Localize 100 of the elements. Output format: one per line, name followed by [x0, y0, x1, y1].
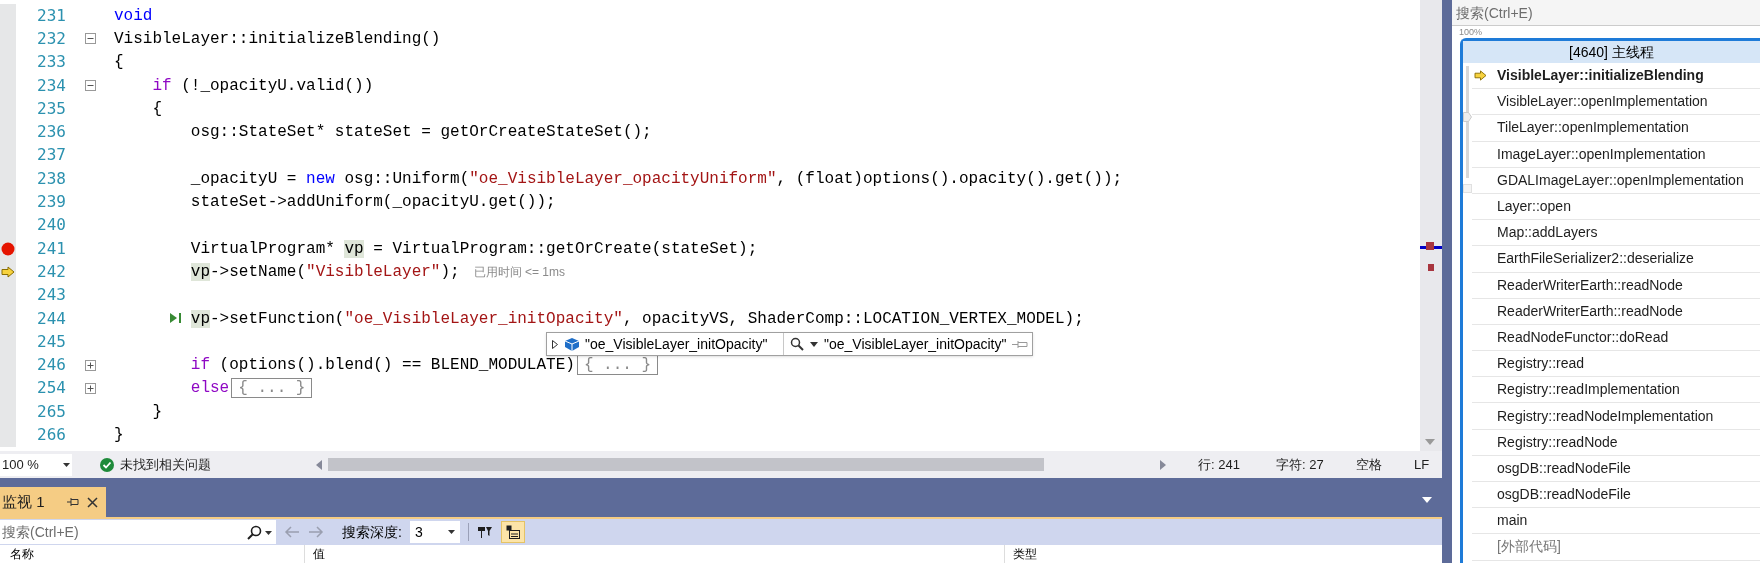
- line-number: 231: [36, 7, 66, 24]
- search-depth-dropdown[interactable]: 3: [409, 521, 460, 543]
- code-line: stateSet->addUniform(_opacityU.get());: [190, 192, 556, 213]
- line-number: 265: [36, 403, 66, 420]
- caret-icon: [63, 462, 70, 467]
- code-line: VisibleLayer::initializeBlending(): [114, 28, 441, 50]
- stack-frame[interactable]: osgDB::readNodeFile: [1472, 482, 1760, 509]
- slider-thumb[interactable]: [1463, 111, 1472, 122]
- arrow-icon: [1474, 70, 1487, 82]
- thread-header: [4640] 主线程: [1463, 41, 1760, 63]
- character-indicator[interactable]: 字符: 27: [1276, 454, 1348, 475]
- collapse-icon[interactable]: [84, 33, 96, 45]
- breakpoint-icon[interactable]: [1, 241, 15, 256]
- expand-icon[interactable]: [551, 339, 559, 349]
- line-number: 232: [36, 30, 66, 47]
- stack-frame[interactable]: osgDB::readNodeFile: [1472, 455, 1760, 482]
- scroll-down-icon[interactable]: [1425, 439, 1435, 445]
- close-icon[interactable]: [86, 496, 98, 508]
- position-marker: [1420, 242, 1442, 250]
- stack-frame[interactable]: Map::addLayers: [1472, 220, 1760, 247]
- table-icon: [505, 525, 520, 539]
- expand-icon[interactable]: [84, 359, 96, 371]
- code-line: {: [114, 52, 124, 74]
- stack-frame[interactable]: ReaderWriterEarth::readNode: [1472, 298, 1760, 325]
- stack-frame[interactable]: Registry::readNode: [1472, 429, 1760, 456]
- code-line: osg::StateSet* stateSet = getOrCreateStateSet();: [190, 122, 652, 144]
- caret-icon[interactable]: [265, 530, 272, 535]
- fit-to-screen-icon[interactable]: [1463, 184, 1472, 193]
- forward-arrow-icon[interactable]: [308, 526, 324, 538]
- collapse-icon[interactable]: [84, 80, 96, 92]
- stack-frame[interactable]: Layer::open: [1472, 193, 1760, 221]
- column-header[interactable]: 类型: [1013, 547, 1037, 561]
- code-line: _opacityU = new osg::Uniform("oe_VisibleLayer_opacityUniform", (float)options().opacity().get());: [190, 168, 1123, 190]
- code-line: {: [152, 98, 162, 120]
- pin-icon[interactable]: [66, 497, 79, 507]
- line-number: 238: [36, 170, 66, 187]
- code-line: else { ... }: [190, 377, 313, 400]
- code-line: }: [114, 425, 124, 446]
- caret-icon: [447, 530, 455, 534]
- stack-frame[interactable]: ReaderWriterEarth::readNode: [1472, 272, 1760, 299]
- stack-frame[interactable]: VisibleLayer::initializeBlending: [1472, 63, 1760, 90]
- stack-frame[interactable]: EarthFileSerializer2::deserialize: [1472, 246, 1760, 273]
- line-number: 236: [36, 124, 66, 141]
- line-number: 242: [36, 263, 66, 280]
- code-line: if (!_opacityU.valid()): [152, 75, 374, 97]
- line-number: 266: [36, 427, 66, 443]
- arrow-icon: [1, 266, 15, 279]
- zoom-dropdown[interactable]: 100 %: [0, 453, 72, 476]
- stack-frame[interactable]: GDALImageLayer::openImplementation: [1472, 167, 1760, 194]
- datatip-name: "oe_VisibleLayer_initOpacity": [585, 334, 769, 354]
- code-line: VirtualProgram* vp = VirtualProgram::getOrCreate(stateSet);: [190, 238, 758, 260]
- column-header[interactable]: 值: [313, 547, 325, 561]
- line-number: 245: [36, 333, 66, 350]
- search-field[interactable]: 搜索(Ctrl+E): [0, 520, 276, 544]
- stack-frame[interactable]: TileLayer::openImplementation: [1472, 115, 1760, 142]
- scroll-left-icon[interactable]: [316, 459, 322, 470]
- panel-splitter[interactable]: [1442, 0, 1452, 563]
- back-arrow-icon[interactable]: [284, 526, 300, 538]
- raw-view-toggle[interactable]: [500, 521, 525, 543]
- code-line: }: [152, 401, 162, 423]
- pin-filter-icon[interactable]: [476, 524, 493, 540]
- line-number: 243: [36, 287, 66, 304]
- code-line: void: [114, 5, 153, 27]
- line-indicator[interactable]: 行: 241: [1198, 454, 1268, 475]
- line-number: 239: [36, 194, 66, 210]
- collapsed-block[interactable]: { ... }: [231, 378, 313, 399]
- zoom-label: 100%: [1458, 27, 1484, 37]
- line-number: 233: [36, 54, 66, 71]
- line-ending-indicator[interactable]: LF: [1414, 454, 1442, 475]
- scroll-right-icon[interactable]: [1160, 459, 1166, 470]
- watch-tab[interactable]: 监视 1: [0, 487, 106, 517]
- stack-frame[interactable]: [外部代码]: [1472, 534, 1760, 561]
- code-line: vp->setFunction("oe_VisibleLayer_initOpacity", opacityVS, ShaderComp::LOCATION_VERTEX_MODEL);: [190, 308, 1084, 330]
- stack-frame[interactable]: ImageLayer::openImplementation: [1472, 141, 1760, 168]
- expand-icon[interactable]: [84, 382, 96, 394]
- breakpoint-marker: [1428, 264, 1434, 271]
- stack-frame[interactable]: ReadNodeFunctor::doRead: [1472, 324, 1760, 352]
- line-number: 246: [36, 357, 66, 374]
- line-number: 241: [36, 240, 66, 257]
- code-line: vp->setName("VisibleLayer");: [190, 261, 460, 283]
- search-icon[interactable]: [247, 525, 262, 540]
- vertical-scrollbar[interactable]: [1420, 0, 1442, 451]
- search-field[interactable]: 搜索(Ctrl+E): [1452, 0, 1760, 26]
- line-number: 234: [36, 77, 66, 94]
- line-number: 244: [36, 310, 66, 327]
- issues-status[interactable]: 未找到相关问题: [120, 454, 310, 475]
- stack-frame[interactable]: VisibleLayer::openImplementation: [1472, 89, 1760, 116]
- stack-frame[interactable]: Registry::readImplementation: [1472, 377, 1760, 404]
- indent-indicator[interactable]: 空格: [1356, 454, 1406, 475]
- cube-icon: [565, 337, 579, 351]
- run-to-click-icon[interactable]: [169, 311, 182, 324]
- stack-frame[interactable]: Registry::readNodeImplementation: [1472, 403, 1760, 430]
- caret-icon[interactable]: [810, 341, 818, 347]
- stack-frame[interactable]: main: [1472, 508, 1760, 535]
- search-icon[interactable]: [790, 337, 804, 351]
- check-icon: [100, 457, 114, 472]
- column-header[interactable]: 名称: [10, 547, 34, 561]
- stack-frame[interactable]: Registry::read: [1472, 351, 1760, 378]
- zoom-slider[interactable]: [1463, 66, 1472, 178]
- line-number: 235: [36, 100, 66, 117]
